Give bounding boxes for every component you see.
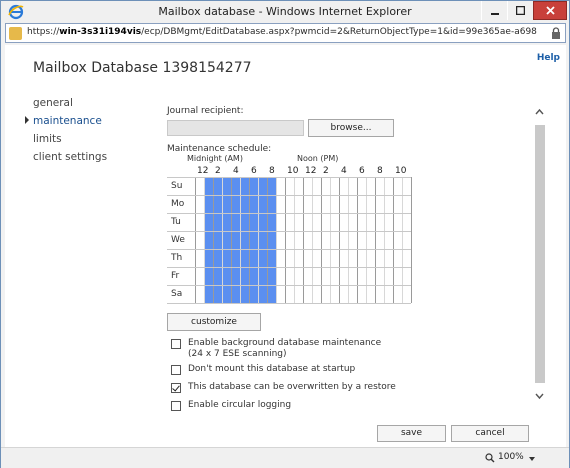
midnight-label: Midnight (AM) bbox=[187, 154, 243, 163]
nav-item-label: maintenance bbox=[33, 115, 102, 127]
background-maintenance-label: Enable background database maintenance (… bbox=[188, 338, 382, 359]
schedule-hour-label: 4 bbox=[341, 166, 347, 176]
site-icon bbox=[9, 27, 22, 40]
schedule-day-label: Mo bbox=[171, 199, 185, 209]
maintenance-schedule-label: Maintenance schedule: bbox=[167, 144, 272, 154]
minimize-button[interactable] bbox=[481, 1, 507, 20]
schedule-hour-label: 2 bbox=[323, 166, 329, 176]
circular-logging-option[interactable]: Enable circular logging bbox=[171, 400, 398, 411]
schedule-day-label: Su bbox=[171, 181, 183, 191]
cancel-button[interactable]: cancel bbox=[451, 425, 529, 442]
lock-icon[interactable] bbox=[551, 27, 561, 39]
help-link[interactable]: Help bbox=[537, 53, 560, 63]
nav-item-limits[interactable]: limits bbox=[33, 131, 107, 149]
status-bar: 100% bbox=[1, 447, 569, 468]
circular-logging-checkbox[interactable] bbox=[171, 401, 181, 411]
noon-label: Noon (PM) bbox=[297, 154, 339, 163]
nav-item-maintenance[interactable]: maintenance bbox=[25, 113, 107, 131]
maximize-icon bbox=[516, 6, 525, 15]
schedule-hour-label: 4 bbox=[233, 166, 239, 176]
scroll-up-icon[interactable] bbox=[535, 107, 544, 117]
save-button[interactable]: save bbox=[377, 425, 446, 442]
overwrite-restore-checkbox[interactable] bbox=[171, 383, 181, 393]
selected-arrow-icon bbox=[25, 116, 29, 124]
schedule-day-label: Fr bbox=[171, 271, 180, 281]
schedule-hour-label: 6 bbox=[359, 166, 365, 176]
address-bar[interactable]: https://win-3s31i194vis/ecp/DBMgmt/EditD… bbox=[5, 23, 566, 43]
schedule-hour-label: 2 bbox=[215, 166, 221, 176]
schedule-hour-label: 6 bbox=[251, 166, 257, 176]
schedule-day-label: We bbox=[171, 235, 185, 245]
page-content: Mailbox Database 1398154277 Help general… bbox=[5, 45, 566, 447]
vertical-scrollbar[interactable] bbox=[532, 107, 546, 403]
dont-mount-label: Don't mount this database at startup bbox=[188, 364, 356, 374]
schedule-hour-label: 10 bbox=[287, 166, 299, 176]
dont-mount-option[interactable]: Don't mount this database at startup bbox=[171, 364, 398, 375]
section-nav: general maintenance limits client settin… bbox=[25, 95, 107, 167]
nav-item-client-settings[interactable]: client settings bbox=[33, 149, 107, 167]
schedule-grid-svg[interactable] bbox=[167, 177, 413, 305]
zoom-dropdown-icon[interactable] bbox=[529, 457, 535, 461]
overwrite-restore-label: This database can be overwritten by a re… bbox=[188, 382, 396, 392]
background-maintenance-option[interactable]: Enable background database maintenance (… bbox=[171, 338, 398, 360]
page-title: Mailbox Database 1398154277 bbox=[33, 60, 252, 76]
schedule-day-label: Sa bbox=[171, 289, 183, 299]
overwrite-restore-option[interactable]: This database can be overwritten by a re… bbox=[171, 382, 398, 393]
address-url: https://win-3s31i194vis/ecp/DBMgmt/EditD… bbox=[27, 27, 537, 37]
schedule-day-label: Th bbox=[171, 253, 183, 263]
customize-button[interactable]: customize bbox=[167, 313, 261, 331]
title-bar: Mailbox database - Windows Internet Expl… bbox=[1, 1, 569, 23]
circular-logging-label: Enable circular logging bbox=[188, 400, 292, 410]
schedule-hour-label: 8 bbox=[269, 166, 275, 176]
journal-recipient-field bbox=[167, 120, 304, 136]
background-maintenance-checkbox[interactable] bbox=[171, 339, 181, 349]
scrollbar-thumb[interactable] bbox=[535, 125, 545, 383]
browser-window: Mailbox database - Windows Internet Expl… bbox=[0, 0, 570, 468]
dont-mount-checkbox[interactable] bbox=[171, 365, 181, 375]
schedule-hour-label: 12 bbox=[305, 166, 317, 176]
minimize-icon bbox=[490, 12, 499, 15]
schedule-hour-label: 10 bbox=[395, 166, 407, 176]
close-button[interactable] bbox=[533, 1, 567, 20]
journal-recipient-label: Journal recipient: bbox=[167, 106, 244, 116]
nav-item-general[interactable]: general bbox=[33, 95, 107, 113]
zoom-icon bbox=[485, 453, 495, 463]
scroll-down-icon[interactable] bbox=[535, 391, 544, 401]
schedule-day-label: Tu bbox=[171, 217, 181, 227]
close-icon bbox=[545, 6, 555, 15]
schedule-hour-label: 12 bbox=[197, 166, 209, 176]
zoom-level[interactable]: 100% bbox=[498, 452, 524, 462]
maintenance-schedule-grid[interactable] bbox=[167, 177, 413, 308]
browse-button[interactable]: browse... bbox=[308, 119, 394, 137]
schedule-hour-label: 8 bbox=[377, 166, 383, 176]
maximize-button[interactable] bbox=[507, 1, 533, 20]
